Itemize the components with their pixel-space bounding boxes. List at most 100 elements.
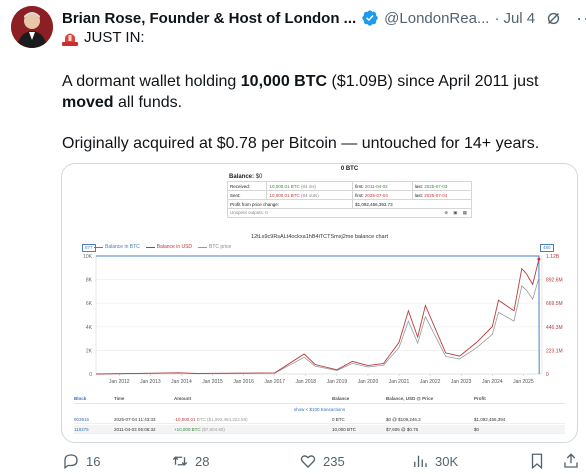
transaction-time: 2025-07-04 11:43:33 <box>114 416 156 422</box>
received-last-label: last: <box>414 183 423 189</box>
received-label: Received: <box>226 181 268 191</box>
transaction-time: 2011-04-03 05:06:32 <box>114 426 156 432</box>
transaction-row[interactable]: 903915 2025-07-04 11:43:33 -10,000.01 BTC … <box>74 415 565 424</box>
sent-last-date: 2025-07-04 <box>424 192 448 198</box>
media-attachment[interactable]: 0 BTC Balance: $0 Received: 10,000.01 BT… <box>61 163 578 443</box>
legend-swatch <box>145 246 155 248</box>
text-run: all funds. <box>113 94 183 111</box>
siren-icon <box>62 33 78 46</box>
sent-outs: (84 outs) <box>301 192 319 198</box>
x-tick-label: Jan 2024 <box>482 379 503 385</box>
series-end-marker <box>537 257 541 261</box>
received-last-date: 2025-07-03 <box>424 183 448 189</box>
y-right-tick-label: 1.12B <box>546 254 560 260</box>
transaction-usd-price: $7,605 @ $0.76 <box>386 426 419 432</box>
verified-badge-icon <box>362 10 378 26</box>
transaction-profit: $1,092,456,394 <box>474 416 506 422</box>
transaction-balance: 0 BTC <box>332 416 345 422</box>
summary-row-profit: Profit from price change: $1,092,456,393… <box>226 199 472 209</box>
summary-row-received: Received: 10,000.01 BTC (84 ins) first: … <box>226 181 473 191</box>
tweet-timestamp[interactable]: Jul 4 <box>503 10 535 27</box>
like-button[interactable]: 235 <box>299 449 345 473</box>
plot-frame <box>95 255 543 375</box>
x-tick-label: Jan 2013 <box>140 379 161 385</box>
series-line-usd-balance <box>95 259 540 375</box>
transactions-column-header: Amount <box>174 396 191 401</box>
summary-balance: Balance: $0 <box>227 173 472 181</box>
chart-title: 12tLs9c9RsALt4ockxa1hB4iTCTSmxj2me balan… <box>251 234 388 240</box>
sent-first-date: 2025-07-04 <box>364 192 388 198</box>
balance-label: Balance: <box>229 174 255 180</box>
y-left-tick-label: 4K <box>86 325 93 331</box>
views-button[interactable]: 30K <box>411 449 458 473</box>
received-amount: 10,000.01 BTC (84 ins) <box>266 181 354 191</box>
just-in-line: JUST IN: <box>62 29 145 46</box>
transaction-amount-detail: BTC ($1,092,464,322.58) <box>195 416 248 422</box>
transaction-profit: $0 <box>474 426 480 432</box>
transaction-row[interactable]: 118375 2011-04-03 05:06:32 +10,000 BTC ($7… <box>74 425 565 434</box>
summary-table: Received: 10,000.01 BTC (84 ins) first: … <box>226 181 473 209</box>
y-right-tick-label: 669.5M <box>546 301 563 307</box>
transaction-block-link[interactable]: 903915 <box>74 417 114 422</box>
repost-button[interactable]: 28 <box>171 449 209 473</box>
balance-chart[interactable]: 10K 1.12B 8K 892.6M 6K 669.5M 4K 446.3M 2K 223.1M… <box>62 250 578 390</box>
wallet-summary: 0 BTC Balance: $0 Received: 10,000.01 BT… <box>226 166 473 218</box>
tweet-header: Brian Rose, Founder & Host of London ...… <box>62 8 586 28</box>
series-line-btc-balance <box>96 255 540 375</box>
y-left-tick-label: 0 <box>89 372 92 378</box>
transaction-amount: +10,000 BTC ($7,604.80) <box>174 427 332 432</box>
x-tick-label: Jan 2014 <box>171 379 192 385</box>
y-left-tick-label: 10K <box>83 254 93 260</box>
x-tick-label: Jan 2021 <box>389 379 410 385</box>
transaction-amount-detail: ($7,604.80) <box>200 426 225 432</box>
author-name[interactable]: Brian Rose, Founder & Host of London ... <box>62 10 356 27</box>
x-tick-label: Jan 2016 <box>233 379 254 385</box>
y-left-tick-label: 8K <box>86 278 93 284</box>
sent-label: Sent: <box>226 190 268 200</box>
author-handle[interactable]: @LondonRea... <box>384 10 489 27</box>
analytics-icon <box>414 455 427 467</box>
tweet-actions: 16 28 235 30K <box>62 449 586 473</box>
balance-value: $0 <box>255 174 263 180</box>
sent-amount-value: 10,000.01 <box>269 192 290 198</box>
grok-icon[interactable] <box>545 10 562 27</box>
y-right-tick-label: 446.3M <box>546 325 563 331</box>
transactions-column-header: Balance <box>332 396 350 401</box>
heart-icon <box>300 455 316 468</box>
unspent-outputs: Unspent outputs: 0 ⊕ ▣ ▦ <box>227 209 472 218</box>
transaction-balance: 10,000 BTC <box>332 426 357 432</box>
x-tick-label: Jan 2012 <box>109 379 130 385</box>
profit-value: $1,092,456,393.73 <box>352 199 472 209</box>
reply-button[interactable]: 16 <box>62 449 100 473</box>
unspent-label: Unspent outputs: 0 <box>230 210 268 215</box>
legend-swatch <box>94 246 103 248</box>
summary-title: 0 BTC <box>340 166 359 172</box>
x-tick-label: Jan 2019 <box>327 379 348 385</box>
received-units: BTC <box>290 183 300 189</box>
reply-icon <box>64 454 78 470</box>
x-tick-label: Jan 2020 <box>358 379 379 385</box>
received-first: first: 2011-04-02 <box>352 181 413 191</box>
received-last: last: 2025-07-03 <box>411 181 473 191</box>
received-first-date: 2011-04-02 <box>364 183 388 189</box>
received-ins: (84 ins) <box>301 183 317 189</box>
share-button[interactable] <box>562 449 580 473</box>
bookmark-button[interactable] <box>528 449 546 473</box>
author-avatar[interactable] <box>11 6 53 48</box>
legend-swatch <box>198 246 208 248</box>
sent-first-label: first: <box>355 192 364 198</box>
reply-count: 16 <box>86 453 101 469</box>
sent-last: last: 2025-07-04 <box>411 190 473 200</box>
sent-amount: 10,000.01 BTC (84 outs) <box>266 190 354 200</box>
more-options-icon[interactable]: ··· <box>576 9 586 27</box>
transaction-block-link[interactable]: 118375 <box>74 427 114 432</box>
text-run-bold: 10,000 BTC <box>240 73 328 90</box>
text-run: A dormant wallet holding <box>62 73 241 90</box>
y-right-tick-label: 0 <box>546 372 549 378</box>
received-first-label: first: <box>355 183 364 189</box>
like-count: 235 <box>323 453 345 469</box>
show-small-transactions-link[interactable]: show < $100 transactions <box>62 407 577 412</box>
x-tick-label: Jan 2022 <box>420 379 441 385</box>
view-count: 30K <box>435 453 459 469</box>
x-tick-label: Jan 2015 <box>202 379 223 385</box>
